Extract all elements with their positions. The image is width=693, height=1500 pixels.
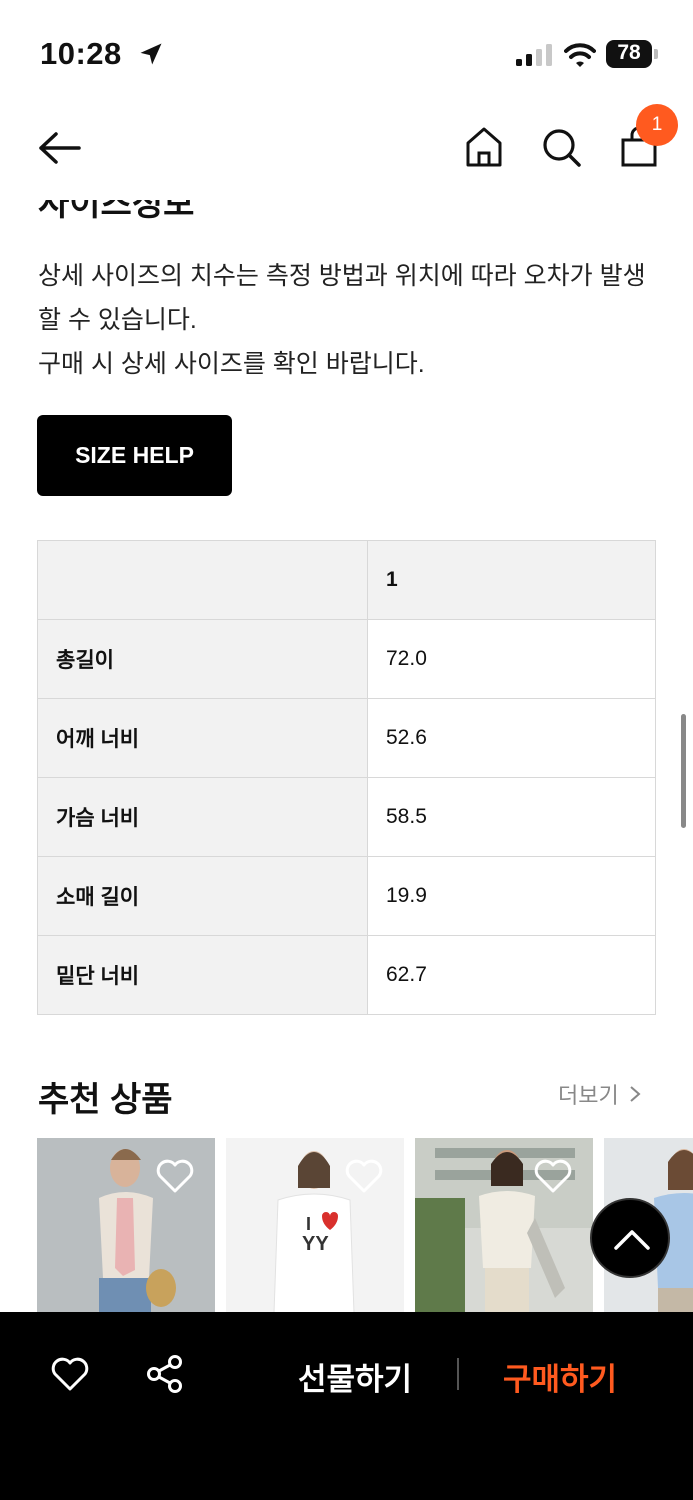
scrollbar[interactable] — [681, 714, 686, 828]
measurement-label: 어깨 너비 — [37, 698, 368, 778]
search-icon[interactable] — [540, 126, 582, 168]
chevron-right-icon — [630, 1086, 641, 1102]
chevron-up-icon — [614, 1230, 650, 1250]
home-icon[interactable] — [464, 126, 504, 168]
bottom-action-bar: 선물하기 구매하기 — [0, 1312, 693, 1500]
divider — [457, 1358, 459, 1390]
product-card[interactable] — [37, 1138, 215, 1313]
share-icon[interactable] — [145, 1354, 185, 1394]
size-notice-line: 상세 사이즈의 치수는 측정 방법과 위치에 따라 오차가 발생할 수 있습니다… — [38, 262, 646, 334]
top-nav: 1 — [0, 100, 693, 200]
gift-button[interactable]: 선물하기 — [298, 1354, 412, 1399]
table-row: 어깨 너비 52.6 — [37, 698, 656, 778]
measurement-value: 58.5 — [367, 777, 656, 857]
size-help-button[interactable]: SIZE HELP — [37, 415, 232, 496]
recommended-title: 추천 상품 — [38, 1081, 173, 1119]
measurement-label: 가슴 너비 — [37, 777, 368, 857]
recommended-products: I YY — [0, 1138, 693, 1313]
measurement-label: 밑단 너비 — [37, 935, 368, 1015]
cart-count-badge: 1 — [636, 104, 678, 146]
measurement-value: 72.0 — [367, 619, 656, 699]
measurement-value: 62.7 — [367, 935, 656, 1015]
product-card[interactable] — [415, 1138, 593, 1313]
svg-text:I: I — [306, 1214, 311, 1234]
measurement-value: 52.6 — [367, 698, 656, 778]
size-notice-line: 구매 시 상세 사이즈를 확인 바랍니다. — [38, 350, 425, 378]
product-detail-content: 사이즈정보 상세 사이즈의 치수는 측정 방법과 위치에 따라 오차가 발생할 … — [0, 0, 693, 1500]
heart-icon[interactable] — [533, 1158, 573, 1194]
buy-button[interactable]: 구매하기 — [503, 1354, 617, 1399]
scroll-to-top-button[interactable] — [590, 1198, 670, 1278]
size-table-header-cell: 1 — [367, 540, 656, 620]
table-row: 가슴 너비 58.5 — [37, 777, 656, 857]
table-row: 밑단 너비 62.7 — [37, 935, 656, 1015]
heart-icon[interactable] — [344, 1158, 384, 1194]
see-more-link[interactable]: 더보기 — [558, 1078, 643, 1110]
back-arrow-icon[interactable] — [36, 130, 82, 166]
svg-text:YY: YY — [302, 1233, 329, 1255]
measurement-label: 소매 길이 — [37, 856, 368, 936]
wishlist-heart-icon[interactable] — [50, 1356, 90, 1392]
product-card[interactable]: I YY — [226, 1138, 404, 1313]
size-notice: 상세 사이즈의 치수는 측정 방법과 위치에 따라 오차가 발생할 수 있습니다… — [38, 254, 668, 386]
table-row: 총길이 72.0 — [37, 619, 656, 699]
see-more-label: 더보기 — [558, 1083, 619, 1108]
heart-icon[interactable] — [155, 1158, 195, 1194]
size-table: 1 총길이 72.0 어깨 너비 52.6 가슴 너비 58.5 소매 길이 1… — [37, 540, 656, 1015]
table-row: 소매 길이 19.9 — [37, 856, 656, 936]
size-table-header-cell — [37, 540, 368, 620]
measurement-label: 총길이 — [37, 619, 368, 699]
size-table-header-row: 1 — [37, 540, 656, 620]
measurement-value: 19.9 — [367, 856, 656, 936]
